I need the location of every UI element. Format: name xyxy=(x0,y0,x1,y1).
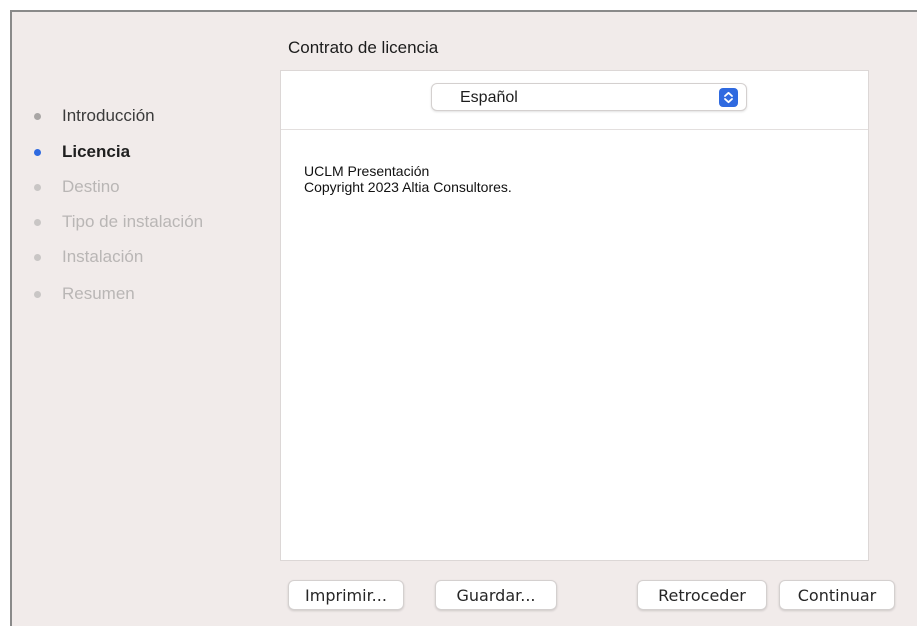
step-instalacion: Instalación xyxy=(34,245,143,269)
dot-icon xyxy=(34,218,41,226)
license-product-line: UCLM Presentación xyxy=(304,163,430,179)
save-button[interactable]: Guardar... xyxy=(435,580,557,610)
license-text: UCLM Presentación Copyright 2023 Altia C… xyxy=(304,163,512,195)
license-copyright-line: Copyright 2023 Altia Consultores. xyxy=(304,179,512,195)
step-label: Tipo de instalación xyxy=(62,212,204,231)
step-label: Resumen xyxy=(62,284,135,303)
back-button[interactable]: Retroceder xyxy=(637,580,767,610)
license-panel: Español UCLM Presentación Copyright 2023… xyxy=(280,70,869,561)
step-label: Licencia xyxy=(62,142,131,161)
installer-window: Introducción Licencia Destino Tipo de in… xyxy=(10,10,917,626)
language-select[interactable]: Español xyxy=(431,83,747,111)
step-label: Introducción xyxy=(62,106,155,125)
step-label: Destino xyxy=(62,177,120,196)
step-licencia: Licencia xyxy=(34,140,130,164)
steps-sidebar: Introducción Licencia Destino Tipo de in… xyxy=(12,12,280,626)
print-button[interactable]: Imprimir... xyxy=(288,580,404,610)
dot-icon xyxy=(34,112,41,120)
dot-icon xyxy=(34,290,41,298)
dot-icon xyxy=(34,148,41,156)
step-introduccion: Introducción xyxy=(34,104,155,128)
dot-icon xyxy=(34,183,41,191)
language-bar: Español xyxy=(281,71,868,130)
continue-button[interactable]: Continuar xyxy=(779,580,895,610)
step-resumen: Resumen xyxy=(34,282,135,306)
page-title: Contrato de licencia xyxy=(288,38,439,57)
chevron-up-down-icon[interactable] xyxy=(719,88,738,107)
language-select-value: Español xyxy=(460,89,518,106)
installer-frame: Introducción Licencia Destino Tipo de in… xyxy=(0,0,917,626)
step-tipo-de-instalacion: Tipo de instalación xyxy=(34,210,203,234)
dot-icon xyxy=(34,253,41,261)
step-destino: Destino xyxy=(34,175,120,199)
step-label: Instalación xyxy=(62,247,144,266)
